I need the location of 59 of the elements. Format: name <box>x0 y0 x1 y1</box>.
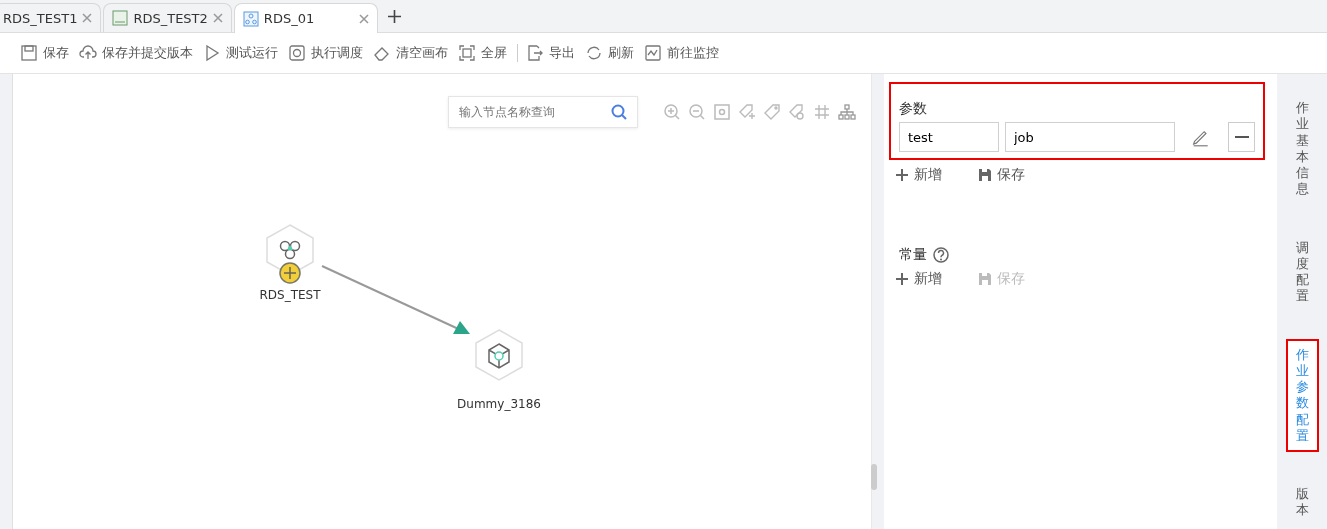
remove-button[interactable] <box>1228 122 1255 152</box>
close-icon[interactable] <box>358 13 369 24</box>
node-label: Dummy_3186 <box>457 397 541 411</box>
side-tab[interactable]: 调度配置 <box>1285 231 1319 313</box>
plus-icon <box>895 272 909 286</box>
database-icon <box>112 10 129 26</box>
fit-icon[interactable] <box>713 103 731 121</box>
search-field[interactable]: 输入节点名称查询 <box>448 96 638 128</box>
toolbar-button[interactable]: 执行调度 <box>284 44 367 62</box>
close-icon[interactable] <box>212 13 223 23</box>
tag-add-icon[interactable] <box>738 103 756 121</box>
name-field[interactable]: test <box>899 122 999 152</box>
zoom-in-icon[interactable] <box>663 103 681 121</box>
add-button[interactable]: 新增 <box>895 166 942 184</box>
grid-icon[interactable] <box>813 103 831 121</box>
export-icon <box>526 44 544 62</box>
side-tab[interactable]: 作业基本信息 <box>1285 92 1319 206</box>
close-icon[interactable] <box>82 13 93 23</box>
section-title: 常量 <box>899 246 927 264</box>
toolbar-button[interactable]: 全屏 <box>454 44 511 62</box>
search-icon[interactable] <box>610 103 628 121</box>
node-icon[interactable] <box>474 329 524 381</box>
editor-tab[interactable]: RDS_TEST1 <box>0 3 102 32</box>
side-tab[interactable]: 作业参数配置 <box>1285 338 1319 452</box>
plus-icon <box>895 168 909 182</box>
schedule-icon <box>288 44 306 62</box>
side-tab[interactable]: 版本 <box>1285 478 1319 527</box>
floppy-icon <box>20 44 38 62</box>
toolbar-button[interactable]: 测试运行 <box>199 44 282 62</box>
section-title: 参数 <box>899 100 927 116</box>
zoom-out-icon[interactable] <box>688 103 706 121</box>
add-button[interactable]: 新增 <box>895 270 942 288</box>
cloud-upload-icon <box>79 44 97 62</box>
toolbar-button[interactable]: 刷新 <box>581 44 638 62</box>
toolbar-button[interactable]: 保存并提交版本 <box>75 44 197 62</box>
help-icon[interactable] <box>933 247 949 263</box>
editor-tab[interactable]: RDS_TEST2 <box>103 3 232 32</box>
tag-icon[interactable] <box>763 103 781 121</box>
floppy-icon <box>978 168 992 182</box>
tag-link-icon[interactable] <box>788 103 806 121</box>
toolbar-button[interactable]: 保存 <box>16 44 73 62</box>
add-icon[interactable] <box>279 262 301 284</box>
toolbar-button[interactable]: 导出 <box>517 44 579 62</box>
floppy-icon <box>978 272 992 286</box>
resize-handle[interactable] <box>871 464 877 490</box>
workflow-icon <box>242 10 259 27</box>
refresh-icon <box>585 44 603 62</box>
add-tab-icon[interactable] <box>387 10 401 23</box>
toolbar-button[interactable]: 清空画布 <box>369 44 452 62</box>
toolbar-button[interactable]: 前往监控 <box>640 44 723 62</box>
save-button[interactable]: 保存 <box>978 166 1025 184</box>
play-icon <box>203 44 221 62</box>
fullscreen-icon <box>458 44 476 62</box>
minus-icon <box>1234 136 1249 138</box>
editor-tab[interactable]: RDS_01 <box>233 3 378 33</box>
hierarchy-icon[interactable] <box>838 103 856 121</box>
node-label: RDS_TEST <box>259 288 321 302</box>
value-field[interactable]: job <box>1005 122 1175 152</box>
chart-icon <box>644 44 662 62</box>
